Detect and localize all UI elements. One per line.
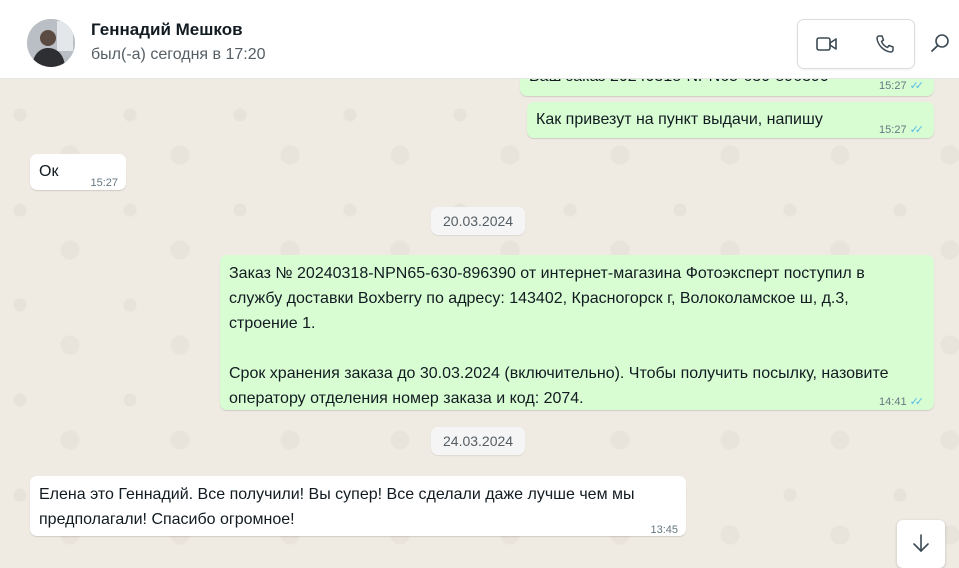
message-meta: 15:27 ✓✓ [879,118,924,143]
message-time: 15:27 [879,124,907,136]
message-text: Как привезут на пункт выдачи, напишу [536,111,823,128]
message-time: 15:27 [90,177,118,189]
message-meta: 14:41 ✓✓ [879,390,924,415]
read-ticks-icon: ✓✓ [909,124,925,136]
message-meta: 15:27 [90,171,118,196]
video-call-button[interactable] [798,20,856,68]
message-meta: 13:45 [650,518,678,543]
voice-call-icon [876,35,894,53]
contact-status: был(-а) сегодня в 17:20 [91,46,266,63]
message-text: Заказ № 20240318-NPN65-630-896390 от инт… [229,265,889,407]
search-icon [931,34,949,52]
voice-call-button[interactable] [856,20,914,68]
message-time: 14:41 [879,396,907,408]
message-text: Ок [39,163,59,180]
message-text: Елена это Геннадий. Все получили! Вы суп… [39,486,639,528]
chat-header: Геннадий Мешков был(-а) сегодня в 17:20 [0,0,959,79]
call-buttons [797,19,915,69]
message-time: 13:45 [650,524,678,536]
message-incoming[interactable]: Ок 15:27 [30,154,126,190]
read-ticks-icon: ✓✓ [909,396,925,408]
date-divider: 24.03.2024 [431,427,526,455]
search-button[interactable] [930,28,959,58]
date-label: 24.03.2024 [443,433,514,449]
message-outgoing[interactable]: Заказ № 20240318-NPN65-630-896390 от инт… [220,255,934,410]
message-outgoing[interactable]: Как привезут на пункт выдачи, напишу 15:… [527,102,934,138]
date-divider: 20.03.2024 [431,207,526,235]
message-incoming[interactable]: Елена это Геннадий. Все получили! Вы суп… [30,476,686,536]
arrow-down-icon [913,534,929,552]
date-label: 20.03.2024 [443,213,514,229]
contact-name[interactable]: Геннадий Мешков [91,20,243,40]
scroll-down-button[interactable] [897,520,945,568]
avatar[interactable] [27,19,75,67]
video-call-icon [816,37,837,51]
